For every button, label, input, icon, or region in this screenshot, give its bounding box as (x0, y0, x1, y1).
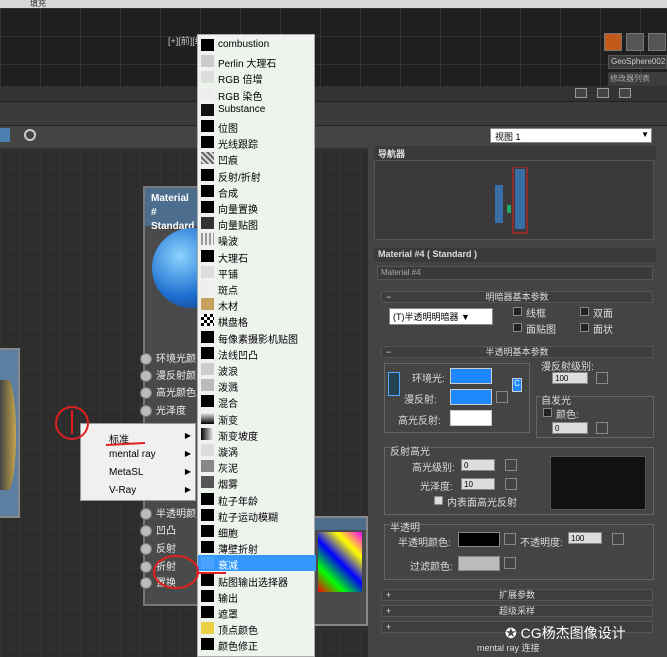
shader-rollout[interactable]: − 明暗器基本参数 (381, 291, 653, 303)
supersampling-rollout[interactable]: + 超级采样 (381, 605, 653, 617)
self-illum-spinner[interactable]: 0 (552, 422, 588, 434)
diffuse-map-button[interactable] (496, 391, 508, 403)
faceted-label: 面状 (593, 325, 613, 336)
face-map-checkbox[interactable] (513, 323, 522, 332)
diffuse-level-spinner[interactable]: 100 (552, 372, 588, 384)
diffuse-level-map[interactable] (596, 372, 608, 384)
annotation-underline (105, 442, 146, 446)
shader-type-select[interactable]: (T)半透明明暗器 ▼ (389, 308, 493, 325)
ext-rollout-label: 扩展参数 (498, 590, 535, 600)
basic-rollout-label: 半透明基本参数 (485, 347, 549, 357)
wechat-icon: ✪ (505, 625, 521, 641)
self-illum-color-checkbox[interactable] (543, 408, 552, 417)
highlight-curve-preview (550, 456, 646, 510)
spec-level-map[interactable] (505, 459, 517, 471)
self-illum-label: 自发光 (541, 392, 571, 407)
self-illum-map[interactable] (596, 422, 608, 434)
trans-group-label: 半透明 (390, 519, 420, 534)
two-sided-label: 双面 (593, 309, 613, 320)
diffuse-label: 漫反射: (404, 395, 437, 406)
extended-params-rollout[interactable]: + 扩展参数 (381, 589, 653, 601)
spec-level-spinner[interactable]: 0 (461, 459, 495, 471)
spec-level-label: 高光级别: (412, 463, 455, 474)
diffuse-level-label: 漫反射级别: (541, 362, 594, 373)
opacity-map[interactable] (612, 533, 624, 545)
basic-params-rollout[interactable]: − 半透明基本参数 (381, 346, 653, 358)
self-illum-color-label: 颜色: (556, 410, 579, 421)
filter-color-map[interactable] (504, 557, 516, 569)
wire-label: 线框 (526, 309, 546, 320)
navigator-header: 导航器 (374, 146, 656, 160)
navigator-thumbnail (495, 167, 528, 234)
diffuse-swatch[interactable] (450, 389, 492, 405)
faceted-checkbox[interactable] (580, 323, 589, 332)
trans-color-label: 半透明颜色: (398, 538, 451, 549)
gloss-label: 光泽度: (420, 482, 453, 493)
super-rollout-label: 超级采样 (498, 606, 535, 616)
opacity-label: 不透明度: (520, 538, 563, 549)
opacity-spinner[interactable]: 100 (568, 532, 602, 544)
specular-label: 高光反射: (398, 416, 441, 427)
face-map-label: 面贴图 (526, 325, 556, 336)
gloss-map[interactable] (505, 478, 517, 490)
filter-color-label: 过滤颜色: (410, 562, 453, 573)
ambient-label: 环境光: (412, 374, 445, 385)
specular-swatch[interactable] (450, 410, 492, 426)
material-name-field[interactable]: Material #4 (377, 266, 653, 280)
filter-color-swatch[interactable] (458, 556, 500, 571)
trans-color-map[interactable] (504, 533, 516, 545)
shader-rollout-label: 明暗器基本参数 (485, 292, 549, 302)
lock-map-icon[interactable]: C (512, 378, 522, 392)
material-title: Material #4 ( Standard ) (374, 248, 656, 262)
gloss-spinner[interactable]: 10 (461, 478, 495, 490)
wire-checkbox[interactable] (513, 307, 522, 316)
trans-color-swatch[interactable] (458, 532, 500, 547)
lock-icon[interactable] (388, 372, 400, 396)
backside-checkbox[interactable] (434, 496, 443, 505)
annotation-circle-2 (153, 555, 199, 589)
two-sided-checkbox[interactable] (580, 307, 589, 316)
shader-type-value: (T)半透明明暗器 (393, 312, 459, 322)
watermark: ✪ CG杨杰图像设计 (505, 623, 626, 643)
spec-group-label: 反射高光 (390, 443, 430, 458)
watermark-text: CG杨杰图像设计 (520, 625, 626, 641)
ambient-swatch[interactable] (450, 368, 492, 384)
backside-label: 内表面高光反射 (447, 498, 517, 509)
